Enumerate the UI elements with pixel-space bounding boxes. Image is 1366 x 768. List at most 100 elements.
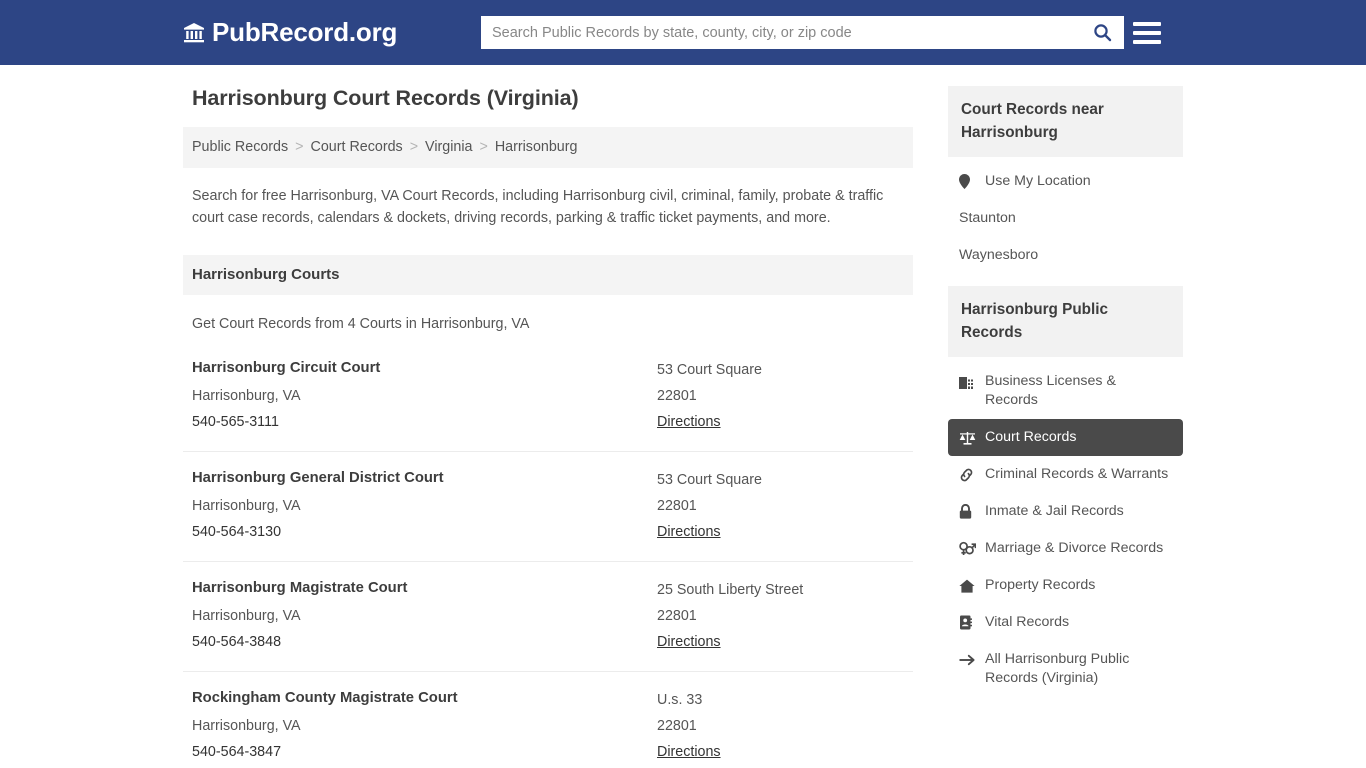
- court-address-block: 53 Court Square 22801 Directions: [657, 467, 904, 545]
- home-icon: [959, 576, 976, 595]
- court-list: Harrisonburg Circuit Court Harrisonburg,…: [183, 342, 913, 768]
- directions-link[interactable]: Directions: [657, 519, 721, 545]
- sidebar-item-label: Court Records: [985, 429, 1077, 445]
- sidebar-item-staunton[interactable]: Staunton: [948, 200, 1183, 237]
- sidebar-item-use-my-location[interactable]: Use My Location: [948, 163, 1183, 200]
- hamburger-menu-icon-bar: [1133, 40, 1161, 44]
- page-description: Search for free Harrisonburg, VA Court R…: [192, 188, 884, 226]
- court-address-block: 25 South Liberty Street 22801 Directions: [657, 577, 904, 655]
- address-book-icon: [959, 613, 976, 632]
- sidebar-item-label: Vital Records: [985, 614, 1070, 630]
- court-name-link[interactable]: Harrisonburg Circuit Court: [192, 357, 657, 379]
- court-phone: 540-564-3847: [192, 744, 282, 760]
- sidebar-item-property-records[interactable]: Property Records: [948, 567, 1183, 604]
- breadcrumb-separator: >: [479, 139, 488, 155]
- table-row: Rockingham County Magistrate Court Harri…: [183, 672, 913, 768]
- sidebar: Court Records near Harrisonburg Use My L…: [948, 86, 1183, 709]
- sidebar-item-business-licenses[interactable]: Business Licenses & Records: [948, 363, 1183, 419]
- breadcrumb-item-public-records[interactable]: Public Records: [192, 137, 288, 157]
- court-name-link[interactable]: Harrisonburg General District Court: [192, 467, 657, 489]
- sidebar-item-label: Inmate & Jail Records: [985, 503, 1124, 519]
- table-row: Harrisonburg Circuit Court Harrisonburg,…: [183, 342, 913, 452]
- court-zip: 22801: [657, 388, 697, 404]
- hamburger-menu-icon: [1133, 22, 1161, 26]
- court-address-block: U.s. 33 22801 Directions: [657, 687, 904, 765]
- site-logo-text: PubRecord.org: [212, 17, 398, 47]
- breadcrumb-item-harrisonburg: Harrisonburg: [494, 139, 578, 155]
- search-bar: [481, 16, 1124, 49]
- sidebar-item-label: Staunton: [959, 210, 1016, 226]
- table-row: Harrisonburg General District Court Harr…: [183, 452, 913, 562]
- court-street-address: 25 South Liberty Street: [657, 582, 804, 598]
- court-phone: 540-564-3130: [192, 524, 282, 540]
- sidebar-item-label: Property Records: [985, 577, 1096, 593]
- directions-link[interactable]: Directions: [657, 739, 721, 765]
- scales-of-justice-icon: [959, 428, 976, 447]
- hamburger-menu-button[interactable]: [1133, 18, 1163, 48]
- sidebar-item-criminal-records[interactable]: Criminal Records & Warrants: [948, 456, 1183, 493]
- sidebar-item-waynesboro[interactable]: Waynesboro: [948, 237, 1183, 274]
- breadcrumb: Public Records > Court Records > Virgini…: [183, 127, 913, 168]
- lock-icon: [959, 502, 976, 521]
- court-street-address: 53 Court Square: [657, 472, 762, 488]
- sidebar-item-label: Waynesboro: [959, 247, 1039, 263]
- chain-link-icon: [959, 465, 976, 484]
- public-records-list: Business Licenses & Records Court Record…: [948, 357, 1183, 697]
- court-name-link[interactable]: Rockingham County Magistrate Court: [192, 687, 657, 709]
- sidebar-item-all-public-records[interactable]: All Harrisonburg Public Records (Virgini…: [948, 641, 1183, 697]
- court-zip: 22801: [657, 498, 697, 514]
- sidebar-item-marriage-divorce-records[interactable]: Marriage & Divorce Records: [948, 530, 1183, 567]
- court-info: Rockingham County Magistrate Court Harri…: [192, 687, 657, 765]
- court-city-state: Harrisonburg, VA: [192, 388, 301, 404]
- sidebar-item-vital-records[interactable]: Vital Records: [948, 604, 1183, 641]
- section-subheading-courts: Get Court Records from 4 Courts in Harri…: [192, 316, 530, 332]
- panel-court-records-near: Court Records near Harrisonburg Use My L…: [948, 86, 1183, 274]
- court-street-address: U.s. 33: [657, 692, 703, 708]
- table-row: Harrisonburg Magistrate Court Harrisonbu…: [183, 562, 913, 672]
- map-pin-icon: [959, 172, 976, 191]
- header-inner: PubRecord.org: [183, 0, 1183, 65]
- sidebar-item-court-records[interactable]: Court Records: [948, 419, 1183, 456]
- court-city-state: Harrisonburg, VA: [192, 718, 301, 734]
- panel-public-records: Harrisonburg Public Records Business Lic…: [948, 286, 1183, 697]
- court-city-state: Harrisonburg, VA: [192, 608, 301, 624]
- sidebar-item-label: Use My Location: [985, 173, 1091, 189]
- site-header: PubRecord.org: [0, 0, 1366, 65]
- hamburger-menu-icon-bar: [1133, 31, 1161, 35]
- sidebar-item-label: All Harrisonburg Public Records (Virgini…: [985, 651, 1130, 686]
- court-name-link[interactable]: Harrisonburg Magistrate Court: [192, 577, 657, 599]
- page-title: Harrisonburg Court Records (Virginia): [192, 86, 579, 110]
- breadcrumb-item-court-records[interactable]: Court Records: [311, 137, 403, 157]
- sidebar-item-label: Marriage & Divorce Records: [985, 540, 1164, 556]
- court-info: Harrisonburg General District Court Harr…: [192, 467, 657, 545]
- panel-title: Harrisonburg Public Records: [948, 286, 1183, 357]
- sidebar-item-label: Criminal Records & Warrants: [985, 466, 1169, 482]
- venus-mars-icon: [959, 539, 976, 558]
- sidebar-item-inmate-jail-records[interactable]: Inmate & Jail Records: [948, 493, 1183, 530]
- court-zip: 22801: [657, 718, 697, 734]
- breadcrumb-separator: >: [409, 139, 419, 155]
- main-content: Harrisonburg Court Records (Virginia) Pu…: [183, 86, 913, 768]
- search-input[interactable]: [481, 16, 1080, 49]
- directions-link[interactable]: Directions: [657, 409, 721, 435]
- page-body: Harrisonburg Court Records (Virginia) Pu…: [183, 65, 1183, 768]
- search-button[interactable]: [1080, 16, 1124, 49]
- court-phone: 540-565-3111: [192, 414, 279, 430]
- court-info: Harrisonburg Circuit Court Harrisonburg,…: [192, 357, 657, 435]
- search-icon: [1093, 23, 1112, 42]
- site-logo-link[interactable]: PubRecord.org: [183, 17, 397, 48]
- nearby-list: Use My Location Staunton Waynesboro: [948, 157, 1183, 274]
- directions-link[interactable]: Directions: [657, 629, 721, 655]
- court-info: Harrisonburg Magistrate Court Harrisonbu…: [192, 577, 657, 655]
- sidebar-item-label: Business Licenses & Records: [985, 373, 1116, 408]
- court-phone: 540-564-3848: [192, 634, 282, 650]
- court-street-address: 53 Court Square: [657, 362, 762, 378]
- breadcrumb-separator: >: [295, 139, 304, 155]
- court-city-state: Harrisonburg, VA: [192, 498, 301, 514]
- arrow-right-icon: [959, 650, 976, 669]
- section-heading-courts: Harrisonburg Courts: [183, 255, 913, 295]
- breadcrumb-item-virginia[interactable]: Virginia: [425, 137, 472, 157]
- court-address-block: 53 Court Square 22801 Directions: [657, 357, 904, 435]
- bank-icon: [183, 22, 205, 43]
- briefcase-icon: [959, 372, 976, 391]
